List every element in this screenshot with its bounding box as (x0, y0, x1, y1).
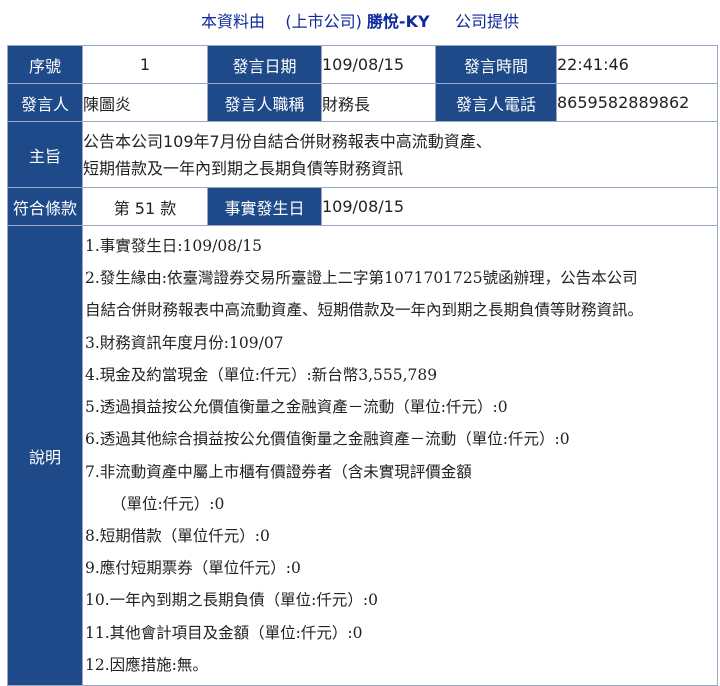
event-date-label: 事實發生日 (207, 187, 322, 226)
subject-line: 短期借款及一年內到期之長期負債等財務資訊 (83, 158, 404, 178)
table-row: 符合條款 第 51 款 事實發生日 109/08/15 (7, 187, 718, 226)
table-row: 發言人 陳圖炎 發言人職稱 財務長 發言人電話 8659582889862 (7, 83, 718, 122)
phone-value: 8659582889862 (556, 83, 718, 122)
speaker-title-value: 財務長 (321, 83, 436, 122)
description-line: 3.財務資訊年度月份:109/07 (85, 333, 284, 352)
phone-label: 發言人電話 (435, 83, 557, 122)
subject-line: 公告本公司109年7月份自結合併財務報表中高流動資產、 (83, 131, 492, 151)
table-row: 序號 1 發言日期 109/08/15 發言時間 22:41:46 (7, 45, 718, 84)
speaker-value: 陳圖炎 (82, 83, 208, 122)
description-line: 9.應付短期票券（單位仟元）:0 (85, 559, 301, 578)
description-line: 6.透過其他綜合損益按公允價值衡量之金融資產－流動（單位:仟元）:0 (85, 430, 570, 449)
company-type: (上市公司) (285, 12, 362, 31)
description-label: 說明 (7, 225, 83, 686)
subject-label: 主旨 (7, 121, 83, 188)
description-line: 4.現金及約當現金（單位:仟元）:新台幣3,555,789 (85, 365, 438, 384)
description-line: 5.透過損益按公允價值衡量之金融資產－流動（單位:仟元）:0 (85, 398, 508, 417)
date-label: 發言日期 (207, 45, 322, 84)
description-line: 12.因應措施:無。 (85, 655, 208, 674)
speaker-title-label: 發言人職稱 (207, 83, 322, 122)
table-row: 說明 1.事實發生日:109/08/15 2.發生緣由:依臺灣證券交易所臺證上二… (7, 225, 718, 686)
description-line: 10.一年內到期之長期負債（單位:仟元）:0 (85, 591, 378, 610)
table-row: 主旨 公告本公司109年7月份自結合併財務報表中高流動資產、 短期借款及一年內到… (7, 121, 718, 188)
description-line: 2.發生緣由:依臺灣證券交易所臺證上二字第1071701725號函辦理，公告本公… (85, 269, 638, 288)
description-line: 1.事實發生日:109/08/15 (85, 237, 262, 256)
header-prefix: 本資料由 (200, 12, 265, 31)
clause-value: 第 51 款 (82, 187, 208, 226)
header-suffix: 公司提供 (455, 12, 520, 31)
announcement-table: 序號 1 發言日期 109/08/15 發言時間 22:41:46 發言人 陳圖… (7, 45, 718, 686)
description-line: 7.非流動資產中屬上市櫃有價證券者（含未實現評價金額 (85, 462, 472, 481)
event-date-value: 109/08/15 (321, 187, 718, 226)
page-header: 本資料由 (上市公司) 勝悅-KY 公司提供 (0, 0, 720, 40)
clause-label: 符合條款 (7, 187, 83, 226)
company-name: 勝悅-KY (366, 12, 430, 31)
description-line: （單位:仟元）:0 (111, 494, 225, 513)
seq-label: 序號 (7, 45, 83, 84)
time-label: 發言時間 (435, 45, 557, 84)
description-line: 8.短期借款（單位仟元）:0 (85, 526, 270, 545)
description-line: 11.其他會計項目及金額（單位:仟元）:0 (85, 623, 363, 642)
description-line: 自結合併財務報表中高流動資產、短期借款及一年內到期之長期負債等財務資訊。 (85, 301, 644, 320)
subject-value: 公告本公司109年7月份自結合併財務報表中高流動資產、 短期借款及一年內到期之長… (82, 121, 718, 188)
time-value: 22:41:46 (556, 45, 718, 84)
seq-value: 1 (82, 45, 208, 84)
description-value: 1.事實發生日:109/08/15 2.發生緣由:依臺灣證券交易所臺證上二字第1… (82, 225, 718, 686)
speaker-label: 發言人 (7, 83, 83, 122)
date-value: 109/08/15 (321, 45, 436, 84)
